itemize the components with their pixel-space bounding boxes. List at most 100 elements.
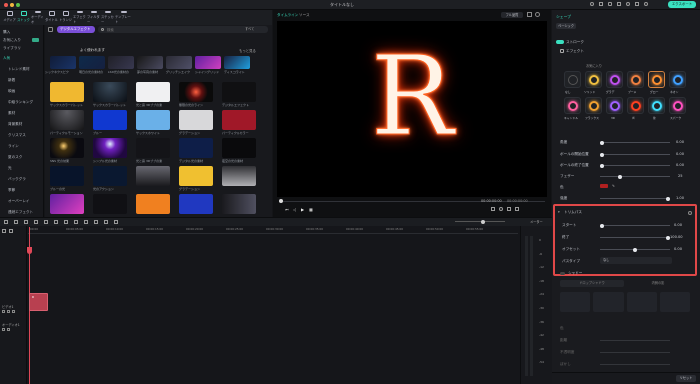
tab-media[interactable]: メディア: [3, 11, 16, 24]
thumbnail[interactable]: [222, 82, 256, 102]
thumbnail[interactable]: [50, 82, 84, 102]
slider-knob[interactable]: [618, 174, 622, 179]
trim-path-title[interactable]: トリムパス: [564, 210, 582, 215]
trim-expand-icon[interactable]: ▾: [558, 210, 560, 214]
crop-icon[interactable]: [515, 207, 519, 211]
basic-tab[interactable]: ベーシック: [556, 23, 576, 29]
sidebar-item-favorites[interactable]: お気に入り: [3, 38, 21, 43]
thumbnail[interactable]: [50, 138, 84, 158]
shadow-blur-slider[interactable]: [600, 364, 670, 365]
effect-favorites[interactable]: お気に入り: [586, 63, 602, 68]
shadow-preset[interactable]: [560, 292, 591, 312]
crop-tool-icon[interactable]: [54, 220, 58, 224]
sidebar-item-trend[interactable]: トレンド素材: [8, 67, 30, 72]
play-icon[interactable]: ▶: [301, 207, 304, 212]
thumbnail[interactable]: [50, 166, 84, 186]
sidebar-item-light[interactable]: 光: [8, 166, 12, 171]
close-icon[interactable]: [4, 3, 8, 7]
playhead-handle[interactable]: [27, 247, 32, 254]
delete-icon[interactable]: [34, 220, 38, 224]
volume-icon[interactable]: [507, 207, 511, 211]
reset-button[interactable]: リセット: [676, 375, 696, 382]
thumbnail[interactable]: [93, 194, 127, 214]
trim-start-slider[interactable]: [600, 223, 670, 228]
select-icon[interactable]: [4, 220, 8, 224]
collapse-icon[interactable]: [48, 27, 53, 32]
slider-knob[interactable]: [600, 152, 604, 157]
thumbnail[interactable]: [222, 194, 256, 214]
time-ruler[interactable]: 00:00 00:00:05:00 00:00:10:00 00:00:15:0…: [28, 226, 518, 234]
thumbnail[interactable]: [222, 166, 256, 186]
sidebar-item-line[interactable]: ライン: [8, 144, 19, 149]
slider-knob[interactable]: [633, 247, 637, 252]
tab-effects[interactable]: エフェクト: [73, 11, 86, 24]
preset-neon[interactable]: [669, 71, 686, 88]
text-tool-icon[interactable]: [64, 220, 68, 224]
minimize-icon[interactable]: [10, 3, 14, 7]
feather-value[interactable]: 25: [678, 174, 683, 178]
sidebar-item-overlay[interactable]: オーバーレイ: [8, 199, 30, 204]
sidebar-item-summer[interactable]: 夏のスク: [8, 155, 22, 160]
thumbnail[interactable]: [136, 166, 170, 186]
thumbnail[interactable]: [93, 82, 127, 102]
ball-end-value[interactable]: 0.00: [676, 163, 684, 167]
thumbnail[interactable]: [179, 110, 213, 130]
trim-end-slider[interactable]: [600, 235, 670, 240]
thumbnail[interactable]: [222, 110, 256, 130]
lock-icon[interactable]: [2, 328, 5, 331]
trim-offset-value[interactable]: 0.00: [674, 247, 682, 251]
shadow-preset[interactable]: [593, 292, 624, 312]
more-link[interactable]: もっと見る: [239, 48, 256, 53]
color-swatch[interactable]: [600, 184, 608, 188]
frame-back-icon[interactable]: ◁: [293, 207, 296, 212]
settings-icon[interactable]: [644, 2, 648, 6]
sidebar-item-popular[interactable]: 人気: [3, 56, 10, 61]
sidebar-item-christmas[interactable]: クリスマス: [8, 133, 26, 138]
timeline-clip[interactable]: R: [29, 293, 48, 311]
marker-icon[interactable]: [104, 220, 108, 224]
preview-scrubber[interactable]: [279, 201, 545, 202]
preset-glow[interactable]: [648, 71, 665, 88]
thumbnail[interactable]: [108, 56, 134, 69]
preset-3d[interactable]: [606, 97, 623, 114]
preset-ice[interactable]: [648, 97, 665, 114]
preset-none[interactable]: [564, 71, 581, 88]
ball-start-slider[interactable]: [600, 152, 670, 157]
sidebar-item-background[interactable]: 背景素材: [8, 122, 22, 127]
thumbnail[interactable]: [179, 82, 213, 102]
stroke-toggle[interactable]: [556, 40, 564, 44]
thumbnail[interactable]: [179, 166, 213, 186]
feather-slider[interactable]: [600, 174, 670, 179]
bell-icon[interactable]: [626, 2, 630, 6]
sidebar-item-ranking[interactable]: 中級ランキング: [8, 100, 33, 105]
shadow-title[interactable]: シャドー: [568, 271, 582, 276]
settings-icon[interactable]: [535, 12, 540, 17]
quality-dropdown[interactable]: フル品質: [501, 12, 523, 18]
preset-fire[interactable]: [627, 97, 644, 114]
shadow-distance-slider[interactable]: [600, 340, 670, 341]
inner-shadow-tab[interactable]: 内側の影: [626, 280, 690, 287]
drop-shadow-tab[interactable]: ドロップシャドウ: [560, 280, 624, 287]
ball-start-value[interactable]: 0.00: [676, 152, 684, 156]
thumbnail[interactable]: [93, 166, 127, 186]
tab-stock[interactable]: ストック: [17, 11, 30, 24]
shadow-preset[interactable]: [659, 292, 690, 312]
sort-dropdown[interactable]: すべて: [245, 26, 254, 31]
thumbnail[interactable]: [137, 56, 163, 69]
titlebar-icons[interactable]: [590, 2, 662, 8]
cut-icon[interactable]: [44, 220, 48, 224]
cloud-icon[interactable]: [617, 2, 621, 6]
trim-end-value[interactable]: 100.00: [670, 235, 683, 239]
search-input[interactable]: 検索: [98, 26, 268, 33]
sidebar-item-continuous[interactable]: 連続エフェクト: [8, 210, 33, 215]
snapshot-icon[interactable]: [527, 12, 532, 17]
thumbnail[interactable]: [50, 194, 84, 214]
eyedropper-icon[interactable]: ✎: [612, 184, 615, 188]
thumbnail[interactable]: [166, 56, 192, 69]
thumbnail[interactable]: [79, 56, 105, 69]
sidebar-item-library[interactable]: ライブラリ: [3, 46, 21, 51]
tab-source[interactable]: ソース: [299, 13, 310, 18]
thumbnail[interactable]: [136, 138, 170, 158]
thumbnail[interactable]: [136, 110, 170, 130]
sidebar-item-backgrounds[interactable]: バックグラ: [8, 177, 26, 182]
